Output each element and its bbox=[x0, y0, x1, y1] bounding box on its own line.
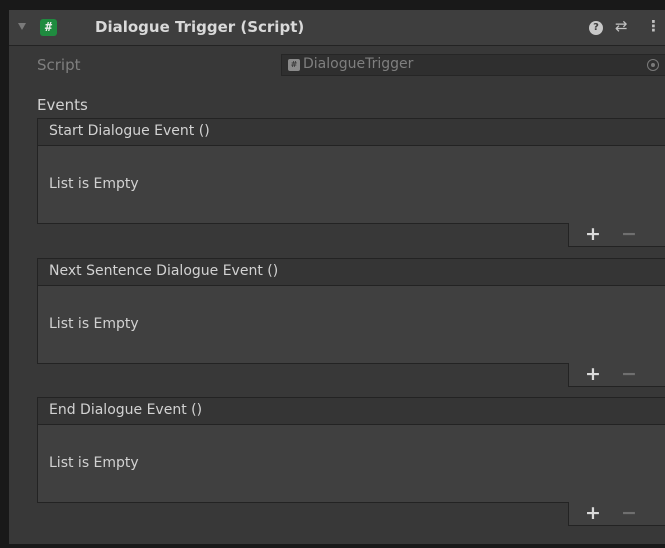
event-list-footer: + − bbox=[568, 223, 665, 247]
event-list-footer: + − bbox=[568, 502, 665, 526]
add-listener-button[interactable]: + bbox=[585, 223, 601, 245]
event-title: Start Dialogue Event () bbox=[49, 123, 210, 139]
object-picker-icon[interactable] bbox=[647, 59, 659, 71]
inspector-panel: # Dialogue Trigger (Script) ? ⇄ ⋮ Script… bbox=[9, 10, 665, 544]
foldout-arrow-icon[interactable] bbox=[18, 23, 26, 30]
event-header: Next Sentence Dialogue Event () bbox=[37, 258, 665, 286]
event-title: End Dialogue Event () bbox=[49, 402, 203, 418]
remove-listener-button[interactable]: − bbox=[621, 502, 637, 524]
remove-listener-button[interactable]: − bbox=[621, 363, 637, 385]
help-icon[interactable]: ? bbox=[589, 21, 603, 35]
events-section-label: Events bbox=[37, 96, 88, 114]
context-menu-icon[interactable]: ⋮ bbox=[646, 18, 661, 35]
add-listener-button[interactable]: + bbox=[585, 363, 601, 385]
window-frame: # Dialogue Trigger (Script) ? ⇄ ⋮ Script… bbox=[0, 0, 665, 548]
list-empty-text: List is Empty bbox=[49, 455, 139, 471]
list-empty-text: List is Empty bbox=[49, 316, 139, 332]
event-list-body: List is Empty bbox=[37, 424, 665, 503]
script-label: Script bbox=[37, 56, 81, 74]
component-header[interactable]: # Dialogue Trigger (Script) ? ⇄ ⋮ bbox=[9, 10, 665, 46]
add-listener-button[interactable]: + bbox=[585, 502, 601, 524]
remove-listener-button[interactable]: − bbox=[621, 223, 637, 245]
script-field-value: DialogueTrigger bbox=[303, 56, 414, 72]
script-icon: # bbox=[40, 19, 57, 36]
script-asset-icon: # bbox=[288, 59, 300, 71]
event-header: Start Dialogue Event () bbox=[37, 118, 665, 146]
event-list-body: List is Empty bbox=[37, 285, 665, 364]
event-list-body: List is Empty bbox=[37, 145, 665, 224]
event-title: Next Sentence Dialogue Event () bbox=[49, 263, 279, 279]
event-list-footer: + − bbox=[568, 363, 665, 387]
event-header: End Dialogue Event () bbox=[37, 397, 665, 425]
presets-icon[interactable]: ⇄ bbox=[615, 18, 628, 35]
list-empty-text: List is Empty bbox=[49, 176, 139, 192]
component-title: Dialogue Trigger (Script) bbox=[95, 18, 305, 36]
script-object-field[interactable]: # DialogueTrigger bbox=[281, 54, 665, 76]
